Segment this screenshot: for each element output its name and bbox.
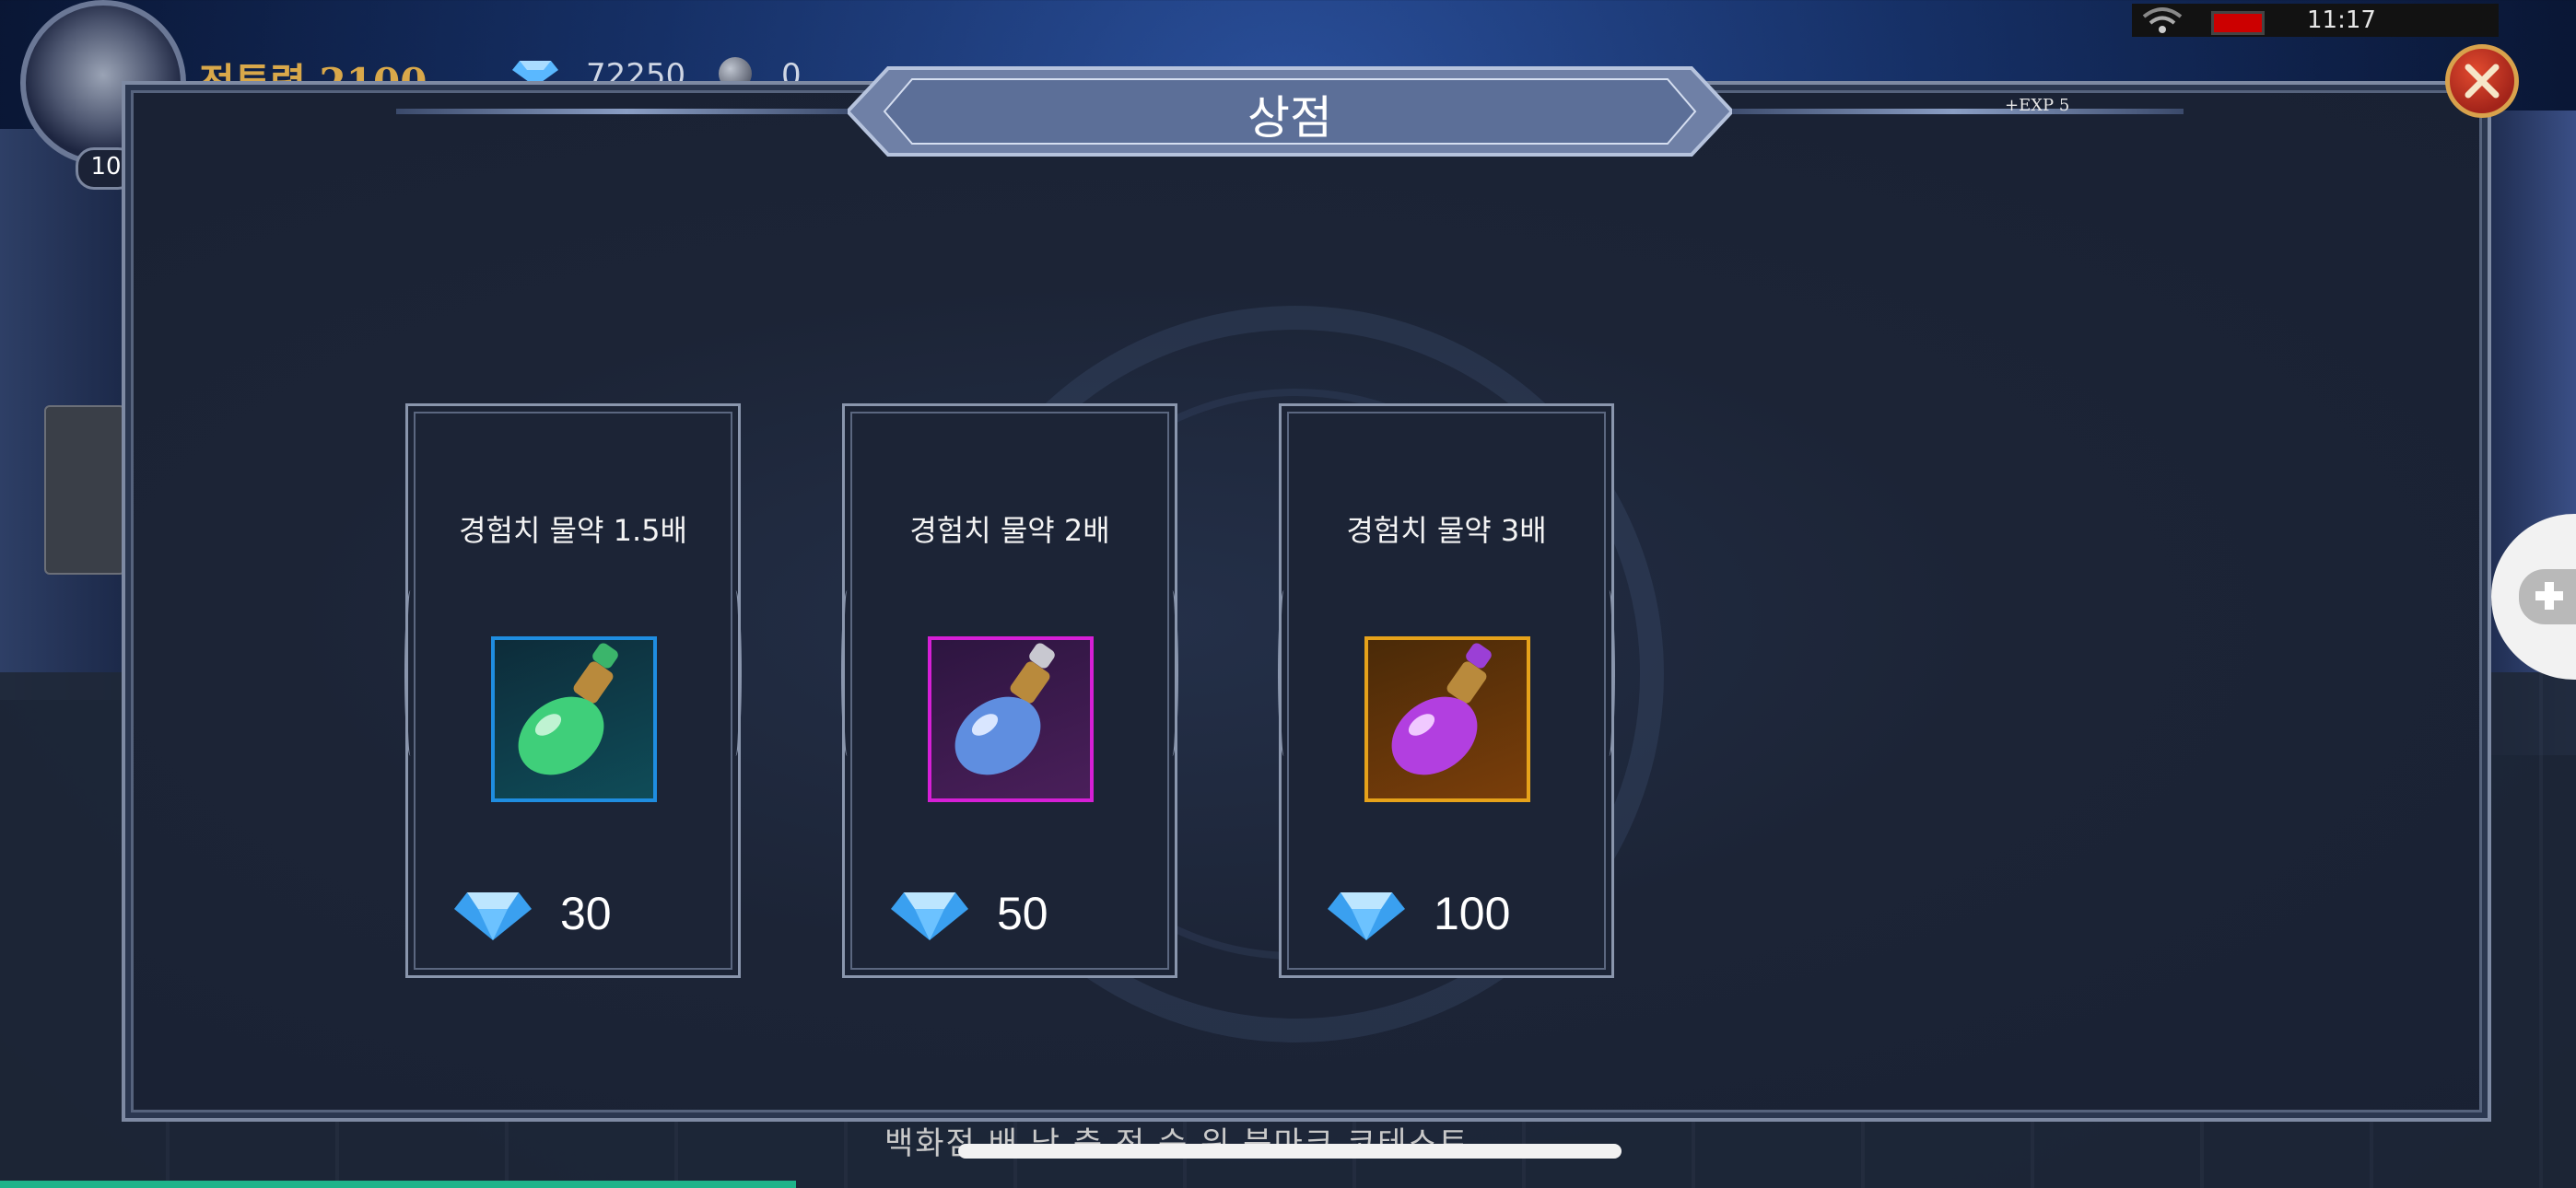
shop-item-exp-potion-1-5x[interactable]: 경험치 물약 1.5배 30 [404,403,742,978]
loading-progress-bar [0,1181,796,1188]
exp-tag: +EXP 5 [2005,96,2070,115]
diamond-icon [454,892,532,940]
item-price: 30 [560,888,612,939]
blue-potion-icon [954,643,1055,775]
title-line-left [396,109,857,114]
clock: 11:17 [2307,6,2376,34]
item-name: 경험치 물약 3배 [1346,513,1547,548]
status-bar: 11:17 [2132,4,2499,37]
card-notch-left [404,590,416,756]
close-icon [2465,64,2500,99]
shop-item-exp-potion-2x[interactable]: 경험치 물약 2배 50 [841,403,1178,978]
side-panel-tab[interactable] [44,405,125,575]
battery-icon [2211,11,2265,35]
diamond-icon [1328,892,1405,940]
potion-icon-frame [491,636,657,802]
potion-icon-frame [1364,636,1530,802]
diamond-icon [891,892,968,940]
gamepad-icon [2519,569,2576,624]
item-name: 경험치 물약 2배 [909,513,1110,548]
item-name: 경험치 물약 1.5배 [459,513,687,548]
green-potion-icon [518,643,618,775]
home-indicator[interactable] [958,1144,1622,1159]
item-price: 50 [997,888,1048,939]
shop-item-exp-potion-3x[interactable]: 경험치 물약 3배 100 [1278,403,1615,978]
potion-icon-frame [928,636,1094,802]
card-notch-right [1166,590,1178,756]
page-title: 상점 [1247,92,1332,144]
card-notch-right [1603,590,1615,756]
shop-panel: 경험치 물약 1.5배 30 경험치 물약 2배 50 경험치 물약 3배 10… [122,81,2491,1122]
card-notch-right [730,590,742,756]
card-notch-left [1278,590,1290,756]
close-button[interactable] [2445,44,2519,118]
item-price: 100 [1434,888,1511,939]
purple-potion-icon [1391,643,1492,775]
title-line-right [1723,109,2184,114]
wifi-icon [2142,7,2183,33]
card-notch-left [841,590,853,756]
